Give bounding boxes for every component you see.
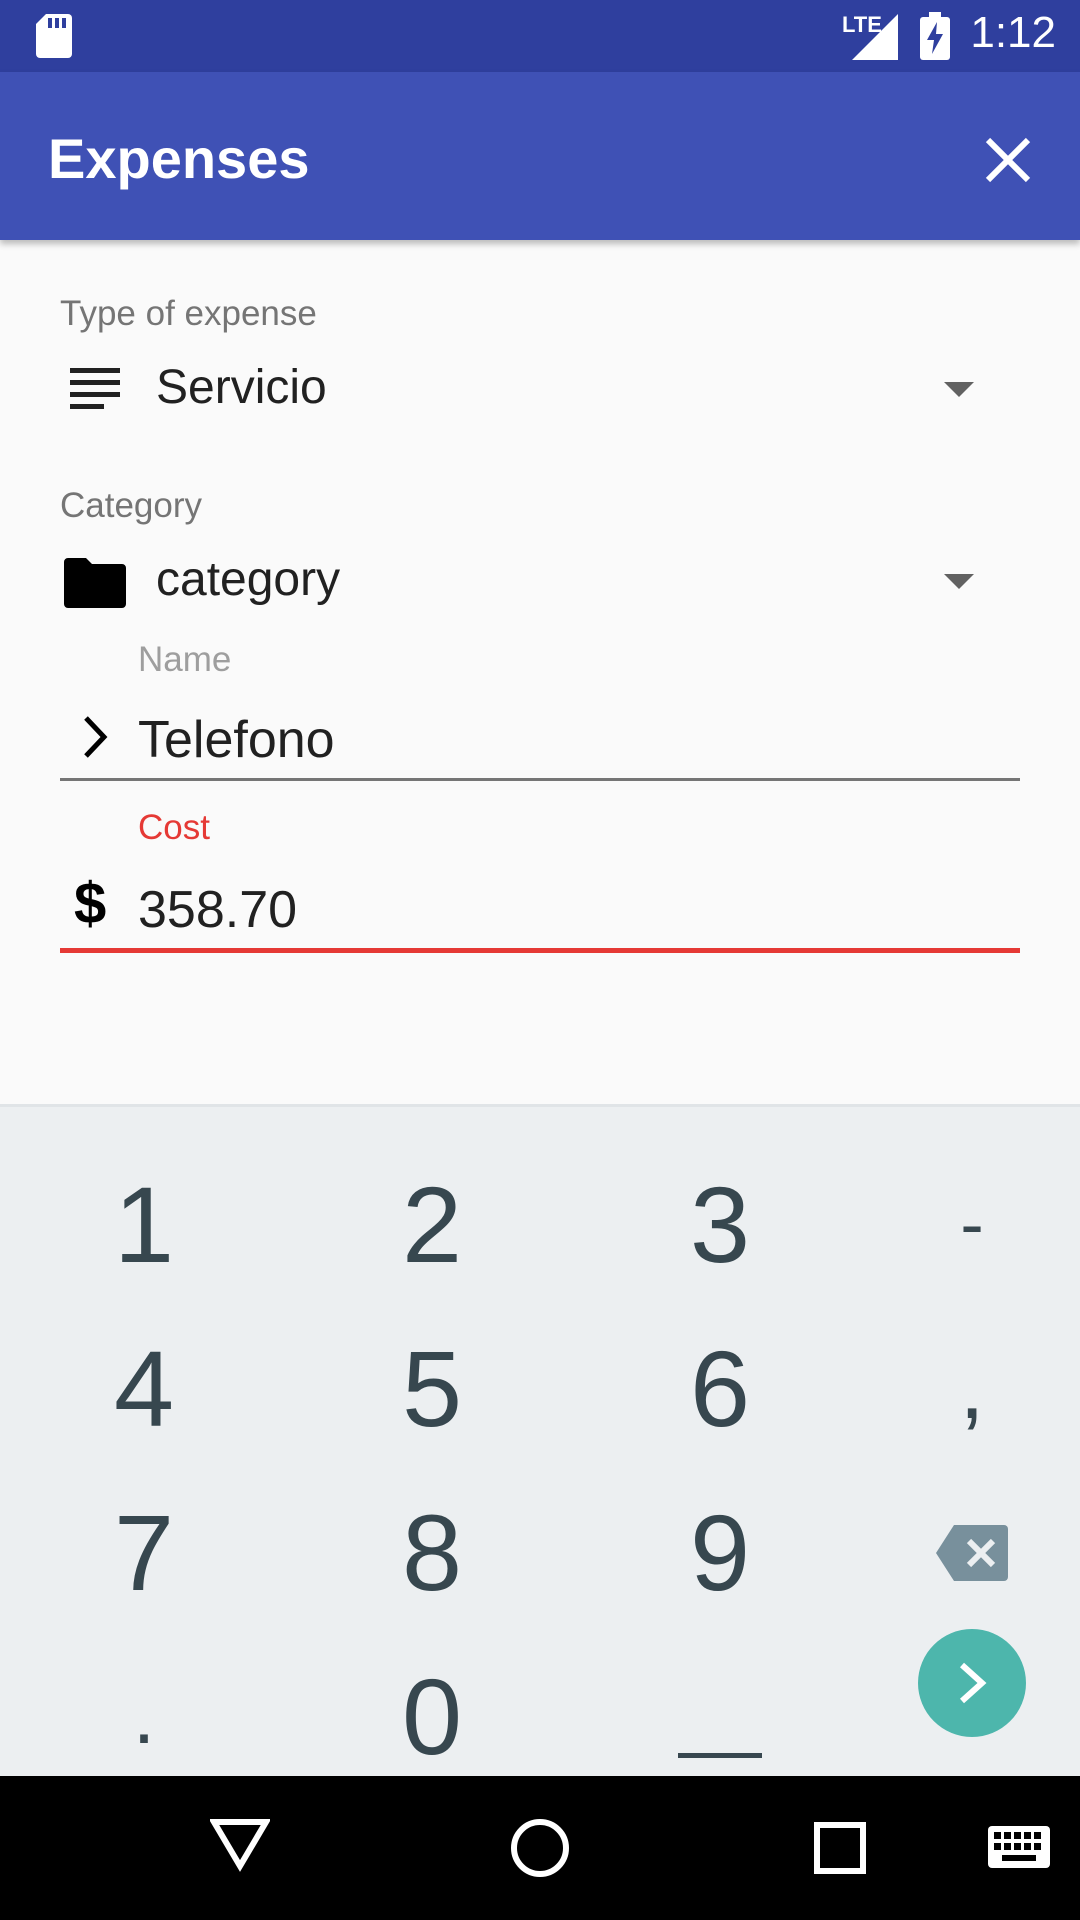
key-comma[interactable]: ,	[872, 1313, 1072, 1463]
type-of-expense-label: Type of expense	[60, 294, 317, 333]
name-label: Name	[138, 640, 232, 679]
key-3[interactable]: 3	[620, 1149, 820, 1299]
key-period[interactable]: .	[44, 1641, 244, 1791]
expense-form: Type of expense Servicio Category catego…	[0, 240, 1080, 1104]
key-minus[interactable]: -	[872, 1149, 1072, 1299]
chevron-down-icon	[944, 382, 974, 397]
cost-field[interactable]: 358.70	[60, 866, 1020, 950]
signal-icon	[852, 14, 898, 60]
folder-icon	[64, 558, 126, 608]
cost-underline	[60, 948, 1020, 953]
key-0[interactable]: 0	[332, 1641, 532, 1791]
status-bar: LTE 1:12	[0, 0, 1080, 72]
type-of-expense-value: Servicio	[156, 361, 327, 414]
name-underline	[60, 778, 1020, 781]
type-of-expense-dropdown[interactable]: Servicio	[60, 350, 1000, 430]
back-icon[interactable]	[210, 1816, 270, 1872]
name-input[interactable]: Telefono	[138, 710, 335, 770]
backspace-key[interactable]	[872, 1477, 1072, 1627]
space-key[interactable]	[620, 1641, 820, 1791]
key-9[interactable]: 9	[620, 1477, 820, 1627]
battery-charging-icon	[920, 12, 950, 60]
name-field[interactable]: Telefono	[60, 700, 1020, 784]
list-icon	[70, 368, 120, 409]
numeric-keyboard: 1 2 3 - 4 5 6 , 7 8 9 . 0	[0, 1104, 1080, 1779]
home-icon[interactable]	[508, 1816, 572, 1880]
enter-key[interactable]	[918, 1629, 1026, 1737]
backspace-icon	[936, 1525, 1008, 1581]
key-1[interactable]: 1	[44, 1149, 244, 1299]
category-label: Category	[60, 486, 203, 525]
recents-icon[interactable]	[812, 1820, 868, 1876]
space-bar-icon	[678, 1753, 762, 1758]
app-bar: Expenses	[0, 72, 1080, 240]
category-value: category	[156, 553, 341, 606]
keyboard-icon[interactable]	[988, 1826, 1050, 1868]
sd-card-icon	[36, 14, 72, 58]
key-2[interactable]: 2	[332, 1149, 532, 1299]
cost-label: Cost	[138, 808, 210, 847]
close-icon[interactable]	[970, 122, 1046, 198]
category-dropdown[interactable]: category	[60, 542, 1000, 622]
key-6[interactable]: 6	[620, 1313, 820, 1463]
navigation-bar	[0, 1776, 1080, 1920]
status-time: 1:12	[970, 8, 1056, 57]
chevron-down-icon	[944, 574, 974, 589]
chevron-right-icon	[959, 1662, 987, 1704]
key-4[interactable]: 4	[44, 1313, 244, 1463]
page-title: Expenses	[48, 127, 310, 190]
cost-input[interactable]: 358.70	[138, 880, 297, 940]
key-5[interactable]: 5	[332, 1313, 532, 1463]
key-8[interactable]: 8	[332, 1477, 532, 1627]
key-7[interactable]: 7	[44, 1477, 244, 1627]
